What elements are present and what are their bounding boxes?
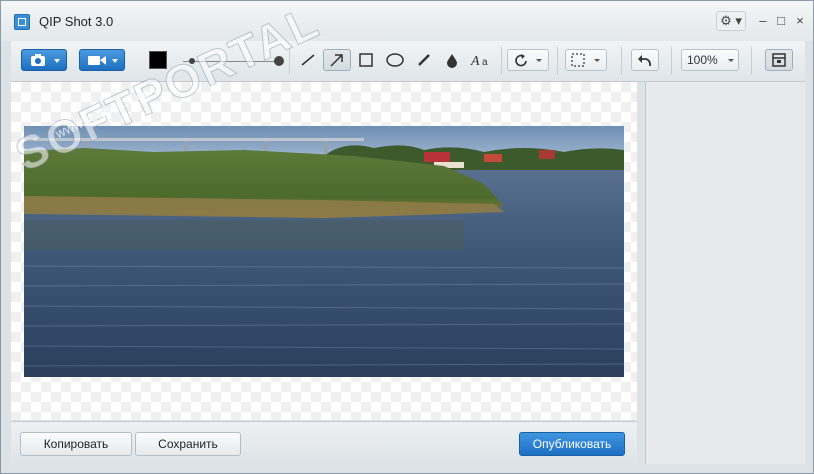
screenshot-image xyxy=(24,126,624,377)
drop-icon xyxy=(447,54,457,68)
pencil-icon xyxy=(418,54,430,66)
blur-tool-button[interactable] xyxy=(439,49,465,71)
slider-min-dot xyxy=(189,58,195,64)
minimize-button[interactable]: – xyxy=(755,11,771,31)
toolbar-separator xyxy=(501,47,502,75)
toolbar-separator xyxy=(289,47,290,75)
screenshot-button[interactable] xyxy=(21,49,67,71)
calendar-panel-icon xyxy=(772,53,786,67)
slider-handle[interactable] xyxy=(274,56,284,66)
arrow-icon xyxy=(330,54,343,67)
video-camera-icon xyxy=(88,56,118,65)
copy-button[interactable]: Копировать xyxy=(20,432,132,456)
line-width-slider[interactable] xyxy=(183,61,278,62)
camera-icon xyxy=(31,54,60,66)
title-bar: QIP Shot 3.0 ⚙ ▾ – □ × xyxy=(1,1,813,41)
toolbar-separator xyxy=(557,47,558,75)
window-title: QIP Shot 3.0 xyxy=(39,14,114,29)
publish-button[interactable]: Опубликовать xyxy=(519,432,625,456)
color-picker-swatch[interactable] xyxy=(149,51,167,69)
qip-shot-app-icon xyxy=(14,14,30,30)
toolbar-separator xyxy=(671,47,672,75)
line-tool-button[interactable] xyxy=(295,49,321,71)
ellipse-tool-button[interactable] xyxy=(381,49,409,71)
image-canvas[interactable] xyxy=(11,82,637,420)
rectangle-icon xyxy=(359,53,373,67)
text-tool-button[interactable]: Aa xyxy=(467,49,495,71)
line-icon xyxy=(301,54,315,66)
maximize-button[interactable]: □ xyxy=(773,11,789,31)
zoom-value: 100% xyxy=(687,53,718,67)
lake-photo xyxy=(24,126,624,377)
selection-button[interactable] xyxy=(565,49,607,71)
video-record-button[interactable] xyxy=(79,49,125,71)
main-toolbar: Aa 100% xyxy=(11,41,805,82)
bottom-action-bar: Копировать Сохранить Опубликовать xyxy=(11,421,637,465)
text-icon: Aa xyxy=(470,54,488,69)
undo-icon xyxy=(638,55,651,66)
side-panel xyxy=(645,82,805,464)
rotate-button[interactable] xyxy=(507,49,549,71)
rotate-icon xyxy=(515,54,542,67)
toolbar-separator xyxy=(621,47,622,75)
svg-text:A: A xyxy=(470,54,480,69)
close-button[interactable]: × xyxy=(792,11,808,31)
rectangle-tool-button[interactable] xyxy=(353,49,379,71)
arrow-tool-button[interactable] xyxy=(323,49,351,71)
ellipse-icon xyxy=(386,53,404,67)
app-window: QIP Shot 3.0 ⚙ ▾ – □ × A a 100% Копирова… xyxy=(0,0,814,474)
pencil-tool-button[interactable] xyxy=(411,49,437,71)
selection-icon xyxy=(571,53,600,67)
side-panel-toggle-button[interactable] xyxy=(765,49,793,71)
undo-button[interactable] xyxy=(631,49,659,71)
chevron-down-icon xyxy=(728,59,734,62)
save-button[interactable]: Сохранить xyxy=(135,432,241,456)
zoom-select[interactable]: 100% xyxy=(681,49,739,71)
svg-text:a: a xyxy=(482,57,488,68)
toolbar-separator xyxy=(751,47,752,75)
settings-gear-button[interactable]: ⚙ ▾ xyxy=(716,11,746,31)
